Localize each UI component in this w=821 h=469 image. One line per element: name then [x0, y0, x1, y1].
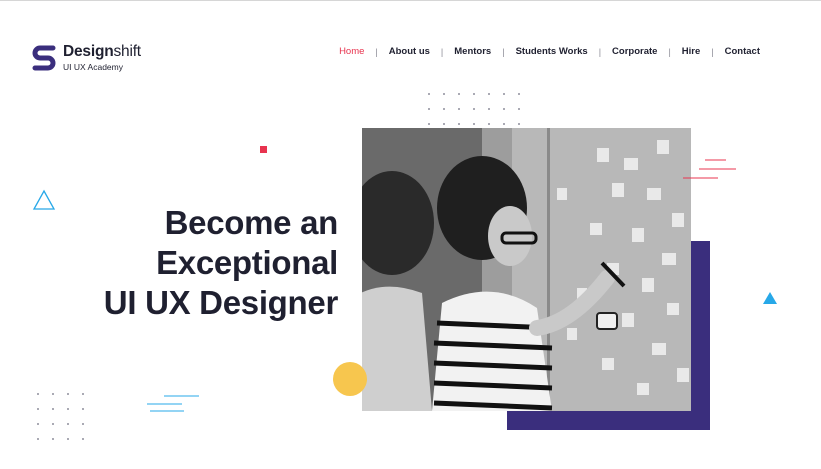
hero-photo-illustration — [362, 128, 691, 411]
nav-separator: | — [502, 46, 505, 57]
site-logo[interactable]: Designshift UI UX Academy — [31, 44, 141, 72]
red-square-decoration — [260, 146, 267, 153]
nav-item-students-works[interactable]: Students Works — [516, 46, 588, 57]
hero-headline: Become an Exceptional UI UX Designer — [103, 203, 339, 323]
nav-item-mentors[interactable]: Mentors — [454, 46, 491, 57]
hero-photo — [362, 128, 691, 411]
brand-name: Designshift — [63, 43, 141, 60]
nav-item-contact[interactable]: Contact — [725, 46, 760, 57]
headline-line-3: UI UX Designer — [103, 284, 339, 321]
designshift-s-logo-icon — [32, 45, 56, 71]
red-lines-decoration — [683, 159, 736, 179]
nav-item-corporate[interactable]: Corporate — [612, 46, 657, 57]
yellow-circle-decoration — [333, 362, 367, 396]
outline-triangle-decoration — [32, 189, 56, 210]
blue-triangle-decoration — [763, 292, 777, 304]
dot-grid-decoration-top — [428, 93, 520, 125]
nav-item-about-us[interactable]: About us — [389, 46, 430, 57]
top-border — [0, 0, 821, 1]
dot-grid-decoration-bottom-left — [37, 393, 84, 440]
headline-line-1: Become an — [164, 204, 339, 241]
nav-separator: | — [668, 46, 671, 57]
nav-separator: | — [440, 46, 444, 57]
brand-tagline: UI UX Academy — [63, 61, 123, 72]
nav-item-home[interactable]: Home — [339, 46, 364, 57]
nav-item-hire[interactable]: Hire — [682, 46, 700, 57]
blue-lines-decoration — [147, 395, 199, 412]
nav-separator: | — [598, 46, 602, 57]
nav-separator: | — [375, 46, 378, 57]
nav-separator: | — [711, 46, 714, 57]
main-nav: Home | About us | Mentors | Students Wor… — [339, 46, 760, 57]
headline-line-2: Exceptional — [156, 244, 338, 281]
